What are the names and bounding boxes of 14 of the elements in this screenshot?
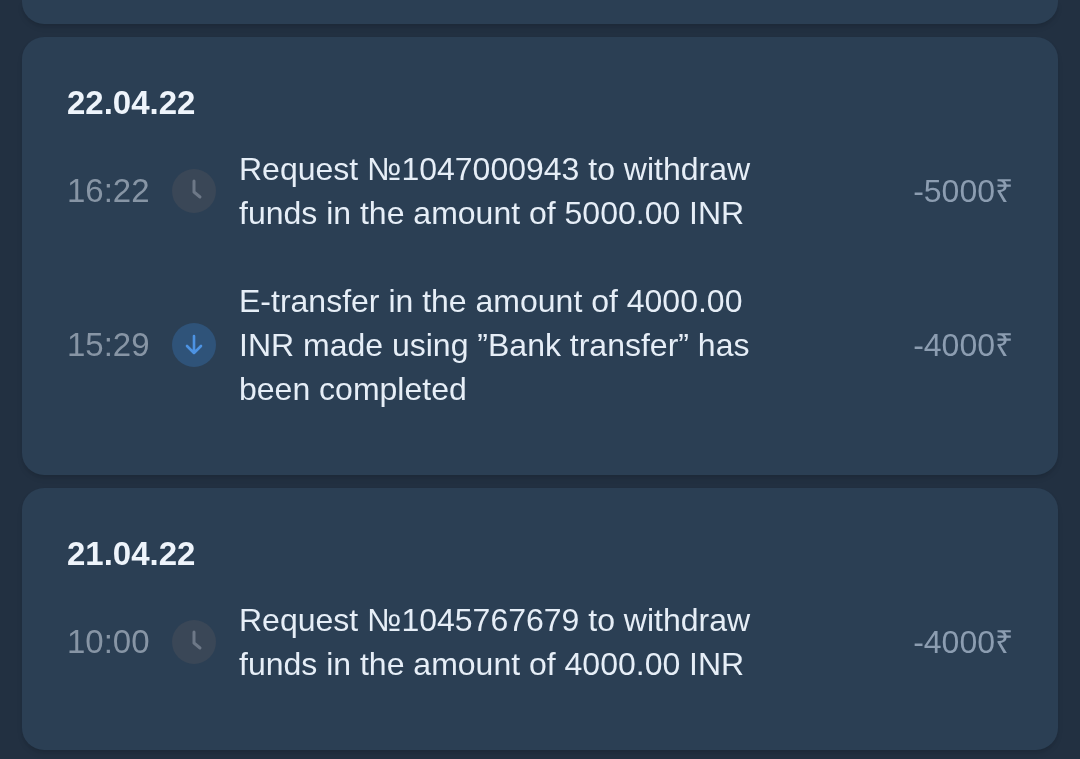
transaction-description: E-transfer in the amount of 4000.00 INR made using ”Bank transfer” has been completed (239, 282, 751, 409)
clock-icon (172, 620, 216, 664)
arrow-down-icon (172, 323, 216, 367)
date-heading: 22.04.22 (67, 84, 196, 122)
amount-label: -5000₹ (913, 172, 1013, 211)
time-label: 15:29 (67, 325, 151, 365)
time-label: 10:00 (67, 622, 151, 662)
time-label: 16:22 (67, 171, 151, 211)
amount-label: -4000₹ (913, 623, 1013, 662)
date-heading: 21.04.22 (67, 535, 196, 573)
amount-label: -4000₹ (913, 326, 1013, 365)
clock-icon (172, 169, 216, 213)
transaction-description: Request №1045767679 to withdraw funds in the amount of 4000.00 INR (239, 601, 752, 684)
transaction-description: Request №1047000943 to withdraw funds in the amount of 5000.00 INR (239, 150, 752, 233)
